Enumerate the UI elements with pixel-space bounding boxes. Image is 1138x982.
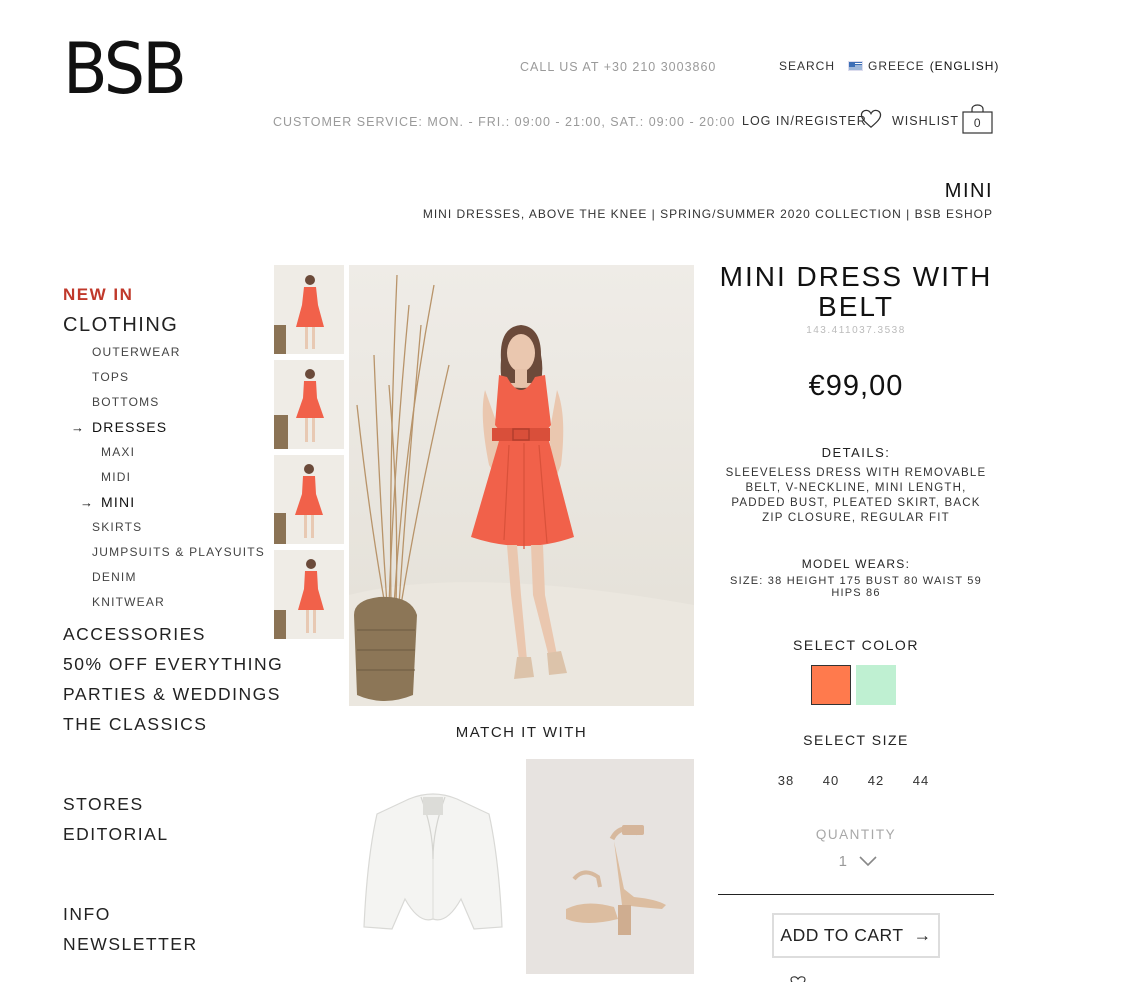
product-details: SLEEVELESS DRESS WITH REMOVABLE BELT, V-… — [725, 467, 987, 524]
heart-icon[interactable] — [860, 109, 882, 129]
nav-mini[interactable]: → MINI — [63, 490, 263, 515]
select-size-heading: SELECT SIZE — [803, 732, 909, 748]
add-to-cart-button[interactable]: ADD TO CART → — [772, 913, 940, 958]
product-thumbnail[interactable] — [274, 265, 344, 354]
select-color-heading: SELECT COLOR — [793, 637, 919, 653]
nav-mini-label: MINI — [101, 494, 136, 510]
quantity-heading: QUANTITY — [815, 827, 897, 842]
nav-maxi[interactable]: MAXI — [63, 440, 263, 465]
nav-accessories[interactable]: ACCESSORIES — [63, 619, 263, 649]
category-title: MINI — [944, 180, 993, 202]
nav-the-classics[interactable]: THE CLASSICS — [63, 709, 263, 739]
sidebar-nav: NEW IN CLOTHING OUTERWEAR TOPS BOTTOMS →… — [63, 280, 282, 959]
color-swatch-mint[interactable] — [856, 665, 896, 705]
match-product-sandals[interactable] — [526, 759, 694, 974]
match-it-with-heading: MATCH IT WITH — [455, 724, 588, 741]
nav-denim[interactable]: DENIM — [63, 565, 263, 590]
match-product-jacket[interactable] — [349, 759, 516, 974]
product-thumbnail[interactable] — [274, 360, 344, 449]
main-product-image[interactable] — [349, 265, 694, 706]
greece-flag-icon — [848, 61, 863, 71]
quantity-select[interactable]: 1 — [818, 853, 898, 870]
customer-service-hours: CUSTOMER SERVICE: MON. - FRI.: 09:00 - 2… — [273, 115, 736, 129]
language-name: (ENGLISH) — [929, 59, 1000, 73]
nav-midi[interactable]: MIDI — [63, 465, 263, 490]
nav-editorial[interactable]: EDITORIAL — [63, 819, 263, 849]
size-option-38[interactable]: 38 — [771, 773, 801, 788]
brand-logo[interactable]: BSB — [63, 34, 187, 104]
nav-newsletter[interactable]: NEWSLETTER — [63, 929, 263, 959]
nav-skirts[interactable]: SKIRTS — [63, 515, 263, 540]
add-to-cart-label: ADD TO CART — [780, 925, 904, 945]
details-heading: DETAILS: — [821, 445, 891, 460]
nav-parties-weddings[interactable]: PARTIES & WEDDINGS — [63, 679, 279, 709]
nav-bottoms[interactable]: BOTTOMS — [63, 390, 263, 415]
nav-50-off[interactable]: 50% OFF EVERYTHING — [63, 649, 282, 679]
size-option-42[interactable]: 42 — [861, 773, 891, 788]
nav-dresses[interactable]: → DRESSES — [63, 415, 263, 440]
model-wears-heading: MODEL WEARS: — [801, 557, 911, 571]
country-name: GREECE — [868, 59, 925, 73]
nav-tops[interactable]: TOPS — [63, 365, 263, 390]
nav-info[interactable]: INFO — [63, 899, 263, 929]
cart-count: 0 — [973, 116, 982, 130]
wishlist-link[interactable]: WISHLIST — [892, 114, 959, 128]
arrow-right-icon: → — [913, 925, 932, 945]
chevron-down-icon — [859, 856, 877, 867]
country-selector[interactable]: GREECE (ENGLISH) — [848, 59, 999, 73]
nav-knitwear[interactable]: KNITWEAR — [63, 590, 263, 615]
size-option-40[interactable]: 40 — [816, 773, 846, 788]
add-to-wishlist-heart-icon[interactable] — [790, 976, 806, 982]
arrow-right-icon: → — [80, 495, 95, 510]
category-subtitle: MINI DRESSES, ABOVE THE KNEE | SPRING/SU… — [422, 207, 993, 221]
product-thumbnail[interactable] — [274, 455, 344, 544]
color-swatch-coral[interactable] — [811, 665, 851, 705]
arrow-right-icon: → — [71, 420, 86, 435]
product-price: €99,00 — [808, 370, 904, 402]
product-code: 143.411037.3538 — [806, 325, 906, 336]
nav-outerwear[interactable]: OUTERWEAR — [63, 340, 263, 365]
nav-jumpsuits[interactable]: JUMPSUITS & PLAYSUITS — [63, 540, 264, 565]
model-wears-info: SIZE: 38 HEIGHT 175 BUST 80 WAIST 59 HIP… — [730, 575, 982, 599]
login-register-link[interactable]: LOG IN/REGISTER — [742, 114, 867, 128]
quantity-value: 1 — [838, 853, 848, 870]
nav-new-in[interactable]: NEW IN — [63, 280, 263, 310]
nav-stores[interactable]: STORES — [63, 789, 263, 819]
size-option-44[interactable]: 44 — [906, 773, 936, 788]
nav-dresses-label: DRESSES — [92, 419, 168, 435]
nav-clothing[interactable]: CLOTHING — [63, 310, 263, 340]
product-thumbnail[interactable] — [274, 550, 344, 639]
call-us-text: CALL US AT +30 210 3003860 — [520, 60, 717, 74]
search-link[interactable]: SEARCH — [779, 59, 835, 73]
product-title: MINI DRESS WITH BELT — [719, 261, 993, 322]
quantity-underline — [718, 894, 994, 895]
